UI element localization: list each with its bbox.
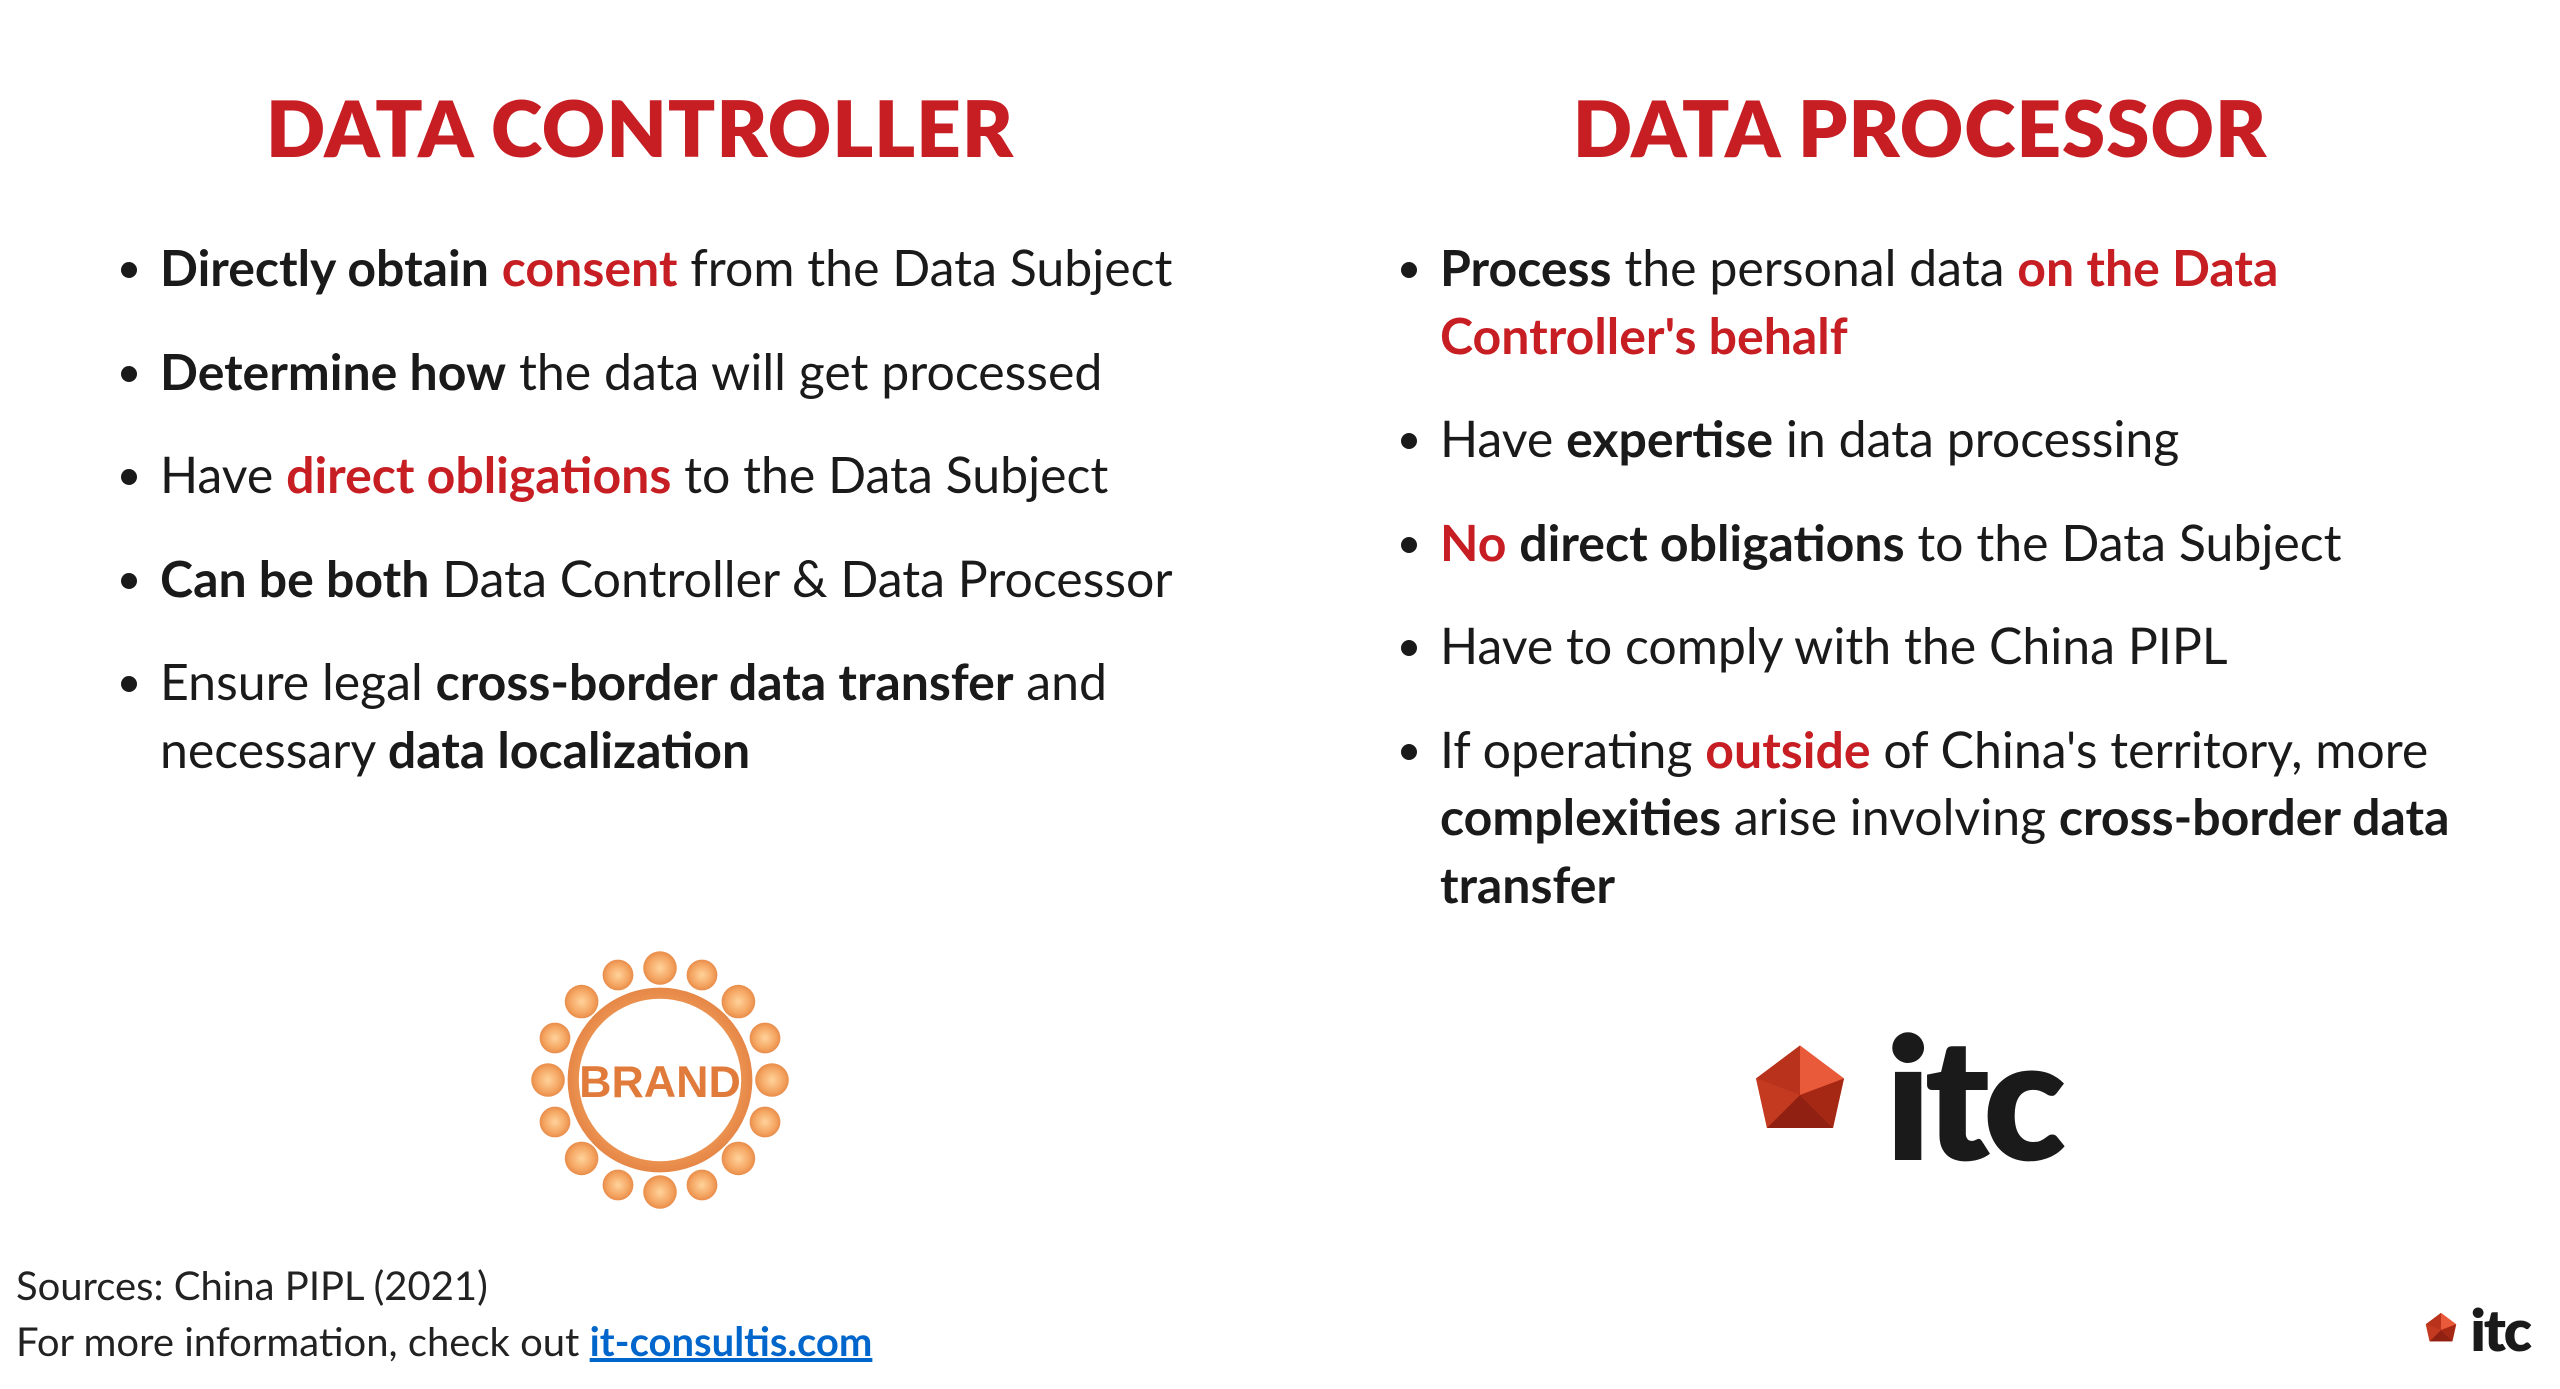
itc-logo-text: itc: [1885, 1010, 2060, 1180]
list-item: Have expertise in data processing: [1440, 405, 2460, 473]
list-item: Have direct obligations to the Data Subj…: [160, 441, 1180, 509]
brand-seal-icon: BRAND: [520, 940, 800, 1220]
list-item: No direct obligations to the Data Subjec…: [1440, 509, 2460, 577]
itc-diamond-icon: [1745, 1040, 1855, 1150]
right-title: DATA PROCESSOR: [1380, 80, 2460, 174]
right-bullets: Process the personal data on the Data Co…: [1380, 234, 2460, 918]
itc-logo: itc: [1745, 1010, 2060, 1180]
left-title: DATA CONTROLLER: [100, 80, 1180, 174]
list-item: Directly obtain consent from the Data Su…: [160, 234, 1180, 302]
itc-logo-small: itc: [2422, 1301, 2530, 1359]
footer: Sources: China PIPL (2021) For more info…: [16, 1257, 872, 1369]
more-info-line: For more information, check out it-consu…: [16, 1313, 872, 1369]
it-consultis-link[interactable]: it-consultis.com: [590, 1317, 873, 1365]
sources-text: Sources: China PIPL (2021): [16, 1257, 872, 1313]
itc-diamond-icon: [2422, 1311, 2460, 1349]
list-item: Ensure legal cross-border data transfer …: [160, 648, 1180, 783]
list-item: If operating outside of China's territor…: [1440, 716, 2460, 919]
brand-seal-text: BRAND: [579, 1057, 741, 1107]
slide-body: DATA CONTROLLER Directly obtain consent …: [0, 0, 2560, 1389]
list-item: Process the personal data on the Data Co…: [1440, 234, 2460, 369]
list-item: Determine how the data will get processe…: [160, 338, 1180, 406]
more-info-prefix: For more information, check out: [16, 1317, 590, 1365]
list-item: Have to comply with the China PIPL: [1440, 612, 2460, 680]
list-item: Can be both Data Controller & Data Proce…: [160, 545, 1180, 613]
itc-logo-small-text: itc: [2470, 1301, 2530, 1359]
left-bullets: Directly obtain consent from the Data Su…: [100, 234, 1180, 783]
